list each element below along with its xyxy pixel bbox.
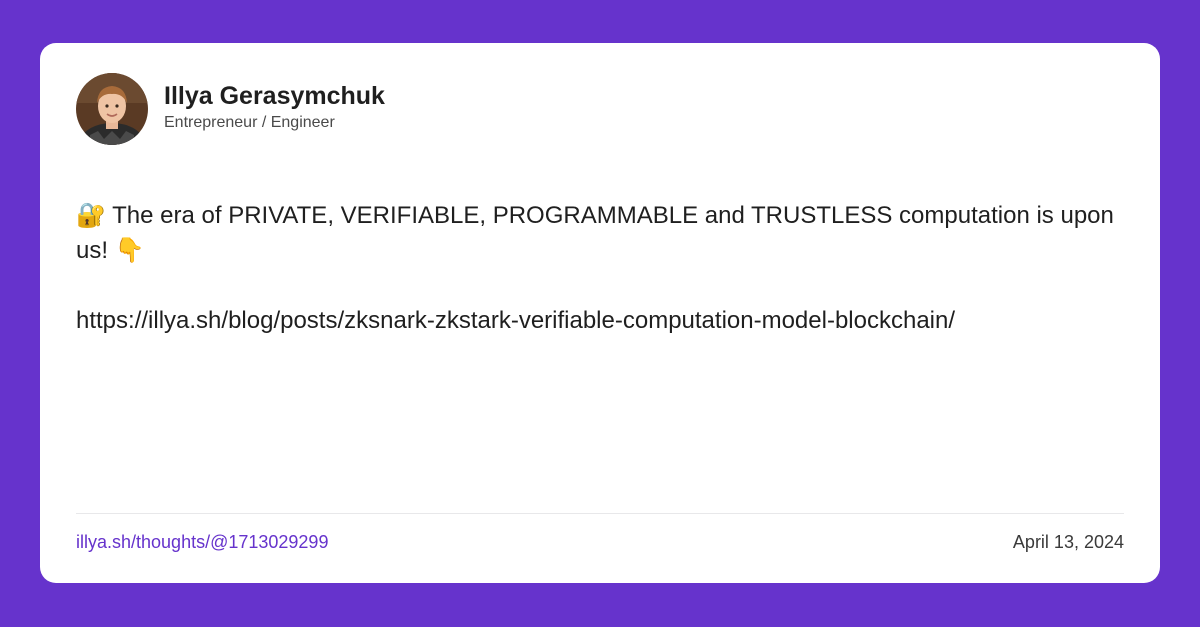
post-date: April 13, 2024 xyxy=(1012,532,1124,552)
post-footer: illya.sh/thoughts/@1713029299 April 13, … xyxy=(76,530,1124,554)
post-content: 🔐 The era of PRIVATE, VERIFIABLE, PROGRA… xyxy=(76,198,1126,373)
lock-icon: 🔐 xyxy=(76,201,106,229)
pointing-down-icon: 👇 xyxy=(114,236,145,264)
author-info: Illya Gerasymchuk Entrepreneur / Enginee… xyxy=(164,82,385,133)
author-role: Entrepreneur / Engineer xyxy=(164,114,335,131)
footer-divider xyxy=(76,513,1124,514)
post-link-paragraph: https://illya.sh/blog/posts/zksnark-zkst… xyxy=(76,303,1126,338)
avatar-photo-icon xyxy=(76,73,148,145)
post-link[interactable]: https://illya.sh/blog/posts/zksnark-zkst… xyxy=(76,303,1016,338)
avatar[interactable] xyxy=(76,73,148,145)
author-name[interactable]: Illya Gerasymchuk xyxy=(164,81,385,111)
permalink[interactable]: illya.sh/thoughts/@1713029299 xyxy=(76,530,328,554)
post-text: 🔐 The era of PRIVATE, VERIFIABLE, PROGRA… xyxy=(76,198,1126,268)
post-header: Illya Gerasymchuk Entrepreneur / Enginee… xyxy=(76,73,385,145)
post-text-main: The era of PRIVATE, VERIFIABLE, PROGRAMM… xyxy=(76,202,1114,264)
post-card: Illya Gerasymchuk Entrepreneur / Enginee… xyxy=(40,43,1160,583)
